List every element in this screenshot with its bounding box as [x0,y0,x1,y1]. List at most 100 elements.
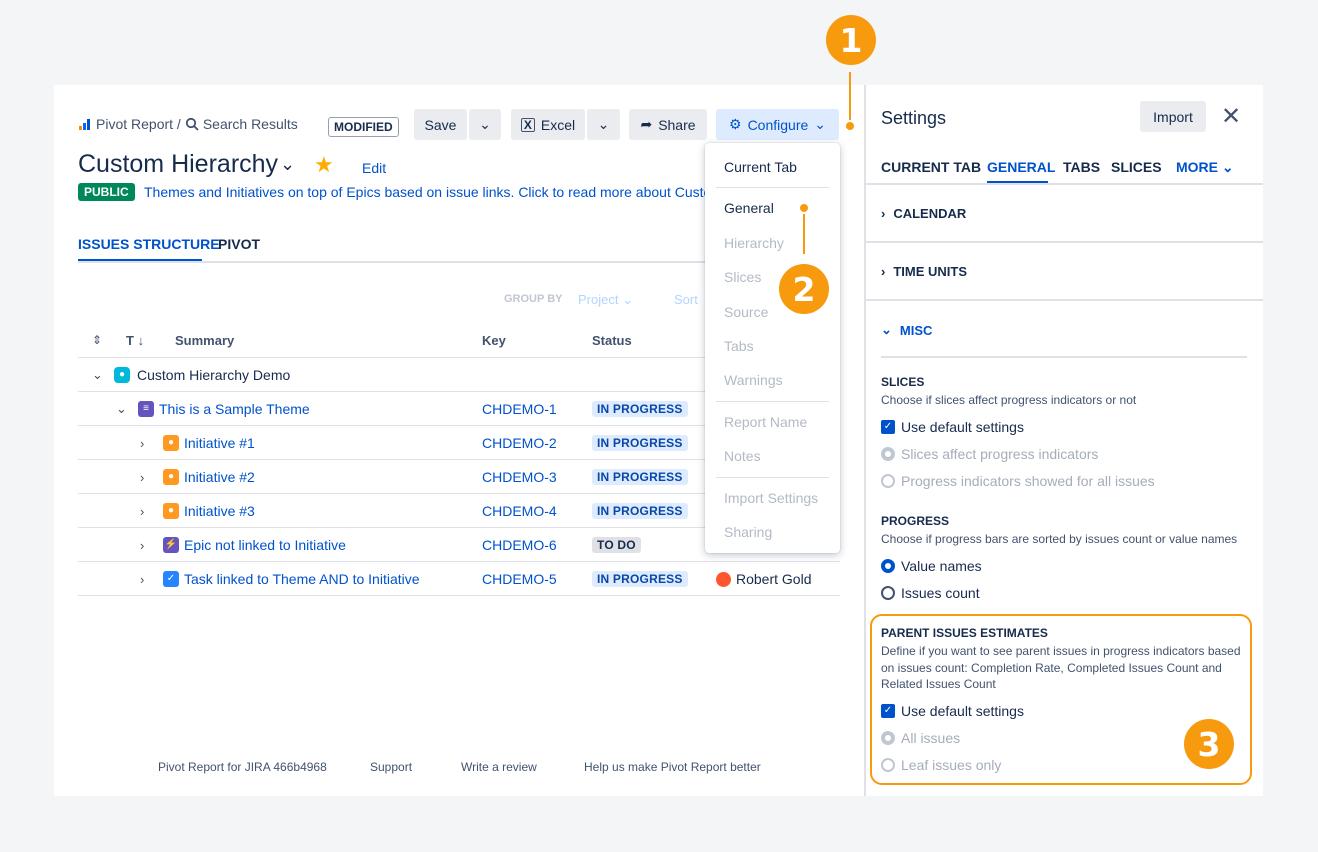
chevron-down-icon: ⌄ [597,116,610,132]
row-summary[interactable]: This is a Sample Theme [159,392,310,426]
section-time-units[interactable]: › TIME UNITS [881,264,967,279]
share-button[interactable]: ➦ Share [629,109,707,140]
footer-help-link[interactable]: Help us make Pivot Report better [584,760,761,774]
table-row[interactable]: › ✓ Task linked to Theme AND to Initiati… [78,562,840,596]
radio-label: Slices affect progress indicators [901,446,1099,462]
configure-button[interactable]: ⚙ Configure ⌄ [716,109,839,140]
tab-pivot[interactable]: PIVOT [218,236,260,252]
tab-issues-structure[interactable]: ISSUES STRUCTURE [78,236,220,252]
settings-tab-general[interactable]: GENERAL [987,159,1055,175]
chevron-right-icon[interactable]: › [140,460,154,494]
status-badge: IN PROGRESS [592,426,688,460]
row-summary[interactable]: Initiative #1 [184,426,255,460]
callout-1-connector [849,72,851,125]
task-issue-icon: ✓ [163,562,179,596]
expand-collapse-all-icon[interactable]: ⇕ [92,333,102,347]
excel-button[interactable]: X Excel [511,109,585,140]
row-summary[interactable]: Task linked to Theme AND to Initiative [184,562,420,596]
edit-link[interactable]: Edit [362,160,386,176]
row-key[interactable]: CHDEMO-4 [482,494,557,528]
group-by-project-select[interactable]: Project ⌄ [578,292,633,308]
footer-support-link[interactable]: Support [370,760,412,774]
breadcrumb-app-link[interactable]: Pivot Report / [96,116,181,132]
star-icon[interactable]: ★ [314,152,334,178]
menu-item-current-tab[interactable]: Current Tab [724,159,797,175]
row-key[interactable]: CHDEMO-5 [482,562,557,596]
checkbox-checked-icon: ✓ [881,420,895,434]
slices-heading: SLICES [881,375,925,389]
status-badge: IN PROGRESS [592,460,688,494]
settings-tab-tabs[interactable]: TABS [1063,159,1100,175]
row-key[interactable]: CHDEMO-3 [482,460,557,494]
menu-item-sharing[interactable]: Sharing [724,524,772,540]
row-key[interactable]: CHDEMO-1 [482,392,557,426]
save-button[interactable]: Save [414,109,467,140]
settings-tab-current[interactable]: CURRENT TAB [881,159,981,175]
chevron-down-icon[interactable]: ⌄ [116,392,130,426]
settings-tab-slices[interactable]: SLICES [1111,159,1162,175]
menu-item-general[interactable]: General [724,200,774,216]
section-divider [866,299,1263,301]
excel-dropdown-button[interactable]: ⌄ [587,109,620,140]
status-label: IN PROGRESS [592,571,688,587]
menu-item-import-settings[interactable]: Import Settings [724,490,818,506]
row-key[interactable]: CHDEMO-6 [482,528,557,562]
menu-item-report-name[interactable]: Report Name [724,414,807,430]
callout-2-connector [803,209,805,254]
section-misc-label: MISC [899,322,933,338]
progress-value-names-radio[interactable]: Value names [881,558,982,574]
menu-item-warnings[interactable]: Warnings [724,372,783,388]
slices-default-checkbox[interactable]: ✓ Use default settings [881,419,1024,435]
chevron-right-icon[interactable]: › [140,426,154,460]
close-icon[interactable]: ✕ [1221,102,1241,131]
chevron-down-icon[interactable]: ⌄ [92,358,106,392]
column-status-header[interactable]: Status [592,333,632,348]
menu-divider [716,187,829,188]
report-description-link[interactable]: Themes and Initiatives on top of Epics b… [144,184,711,200]
configure-label: Configure [747,116,809,133]
breadcrumb-page-link[interactable]: Search Results [203,116,298,132]
row-summary[interactable]: Initiative #2 [184,460,255,494]
column-type-header[interactable]: T ↓ [126,333,144,348]
theme-issue-icon: ≡ [138,392,154,426]
slices-affect-radio[interactable]: Slices affect progress indicators [881,446,1098,462]
menu-divider [716,477,829,478]
menu-item-source[interactable]: Source [724,304,768,320]
column-key-header[interactable]: Key [482,333,506,348]
progress-description: Choose if progress bars are sorted by is… [881,532,1238,546]
chevron-down-icon: ⌄ [881,322,892,337]
progress-issues-count-radio[interactable]: Issues count [881,585,980,601]
chevron-right-icon[interactable]: › [140,528,154,562]
sort-select[interactable]: Sort [674,292,698,307]
row-key[interactable]: CHDEMO-2 [482,426,557,460]
callout-2-dot [798,202,810,214]
chevron-right-icon: › [881,264,886,279]
import-button[interactable]: Import [1140,101,1206,132]
parent-all-issues-radio[interactable]: All issues [881,730,960,746]
menu-item-slices[interactable]: Slices [724,269,761,285]
menu-item-notes[interactable]: Notes [724,448,761,464]
column-summary-header[interactable]: Summary [175,333,234,348]
save-dropdown-button[interactable]: ⌄ [469,109,501,140]
parent-default-checkbox[interactable]: ✓ Use default settings [881,703,1024,719]
section-calendar[interactable]: › CALENDAR [881,206,966,221]
row-summary[interactable]: Epic not linked to Initiative [184,528,346,562]
chevron-right-icon: › [881,206,886,221]
menu-item-hierarchy[interactable]: Hierarchy [724,235,784,251]
breadcrumb: Pivot Report / Search Results [78,116,298,132]
row-summary[interactable]: Initiative #3 [184,494,255,528]
slices-all-radio[interactable]: Progress indicators showed for all issue… [881,473,1155,489]
footer-version: Pivot Report for JIRA 466b4968 [158,760,327,774]
initiative-issue-icon: ● [163,460,179,494]
project-avatar-icon: ● [114,358,130,392]
settings-tab-more[interactable]: MORE ⌄ [1176,159,1234,176]
section-misc[interactable]: ⌄ MISC [881,322,932,338]
title-dropdown-chevron-icon[interactable]: ⌄ [280,154,295,175]
footer-review-link[interactable]: Write a review [461,760,537,774]
chevron-right-icon[interactable]: › [140,494,154,528]
parent-leaf-only-radio[interactable]: Leaf issues only [881,757,1001,773]
callout-1-dot [844,120,856,132]
chevron-right-icon[interactable]: › [140,562,154,596]
section-divider [881,356,1247,358]
menu-item-tabs[interactable]: Tabs [724,338,754,354]
